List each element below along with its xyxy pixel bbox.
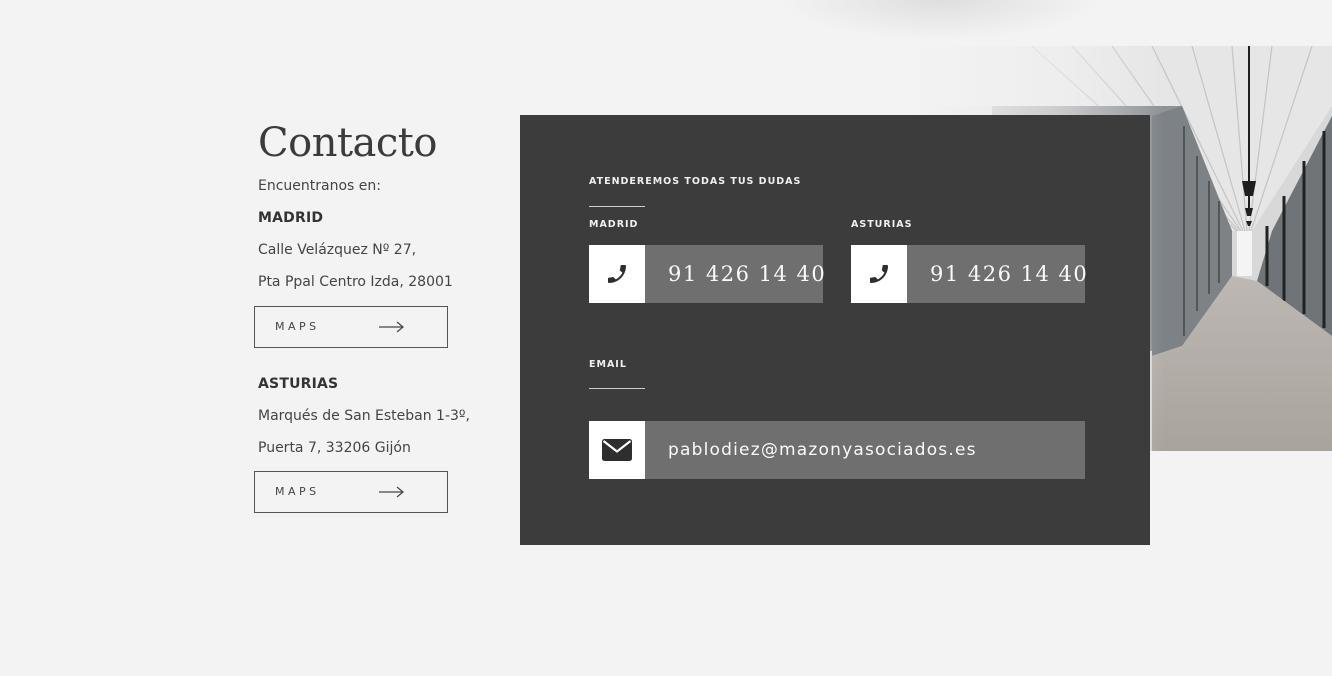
maps-button-label: MAPS: [275, 320, 320, 333]
phone-label-asturias: ASTURIAS: [851, 219, 913, 230]
madrid-address-line2: Pta Ppal Centro Izda, 28001: [258, 274, 453, 290]
panel-heading: ATENDEREMOS TODAS TUS DUDAS: [589, 176, 802, 187]
top-haze: [780, 0, 1100, 40]
email-address: pablodiez@mazonyasociados.es: [645, 421, 1085, 479]
divider: [589, 206, 645, 207]
maps-button-label: MAPS: [275, 485, 320, 498]
contact-panel: ATENDEREMOS TODAS TUS DUDAS MADRID 91 42…: [520, 115, 1150, 545]
phone-icon: [851, 245, 907, 303]
asturias-maps-button[interactable]: MAPS: [254, 471, 448, 513]
phone-label-madrid: MADRID: [589, 219, 639, 230]
arrow-right-icon: [379, 321, 404, 333]
email-label: EMAIL: [589, 359, 627, 370]
phone-icon: [589, 245, 645, 303]
arrow-right-icon: [379, 486, 404, 498]
asturias-address-line2: Puerta 7, 33206 Gijón: [258, 440, 411, 456]
page-title: Contacto: [258, 120, 437, 166]
madrid-address-line1: Calle Velázquez Nº 27,: [258, 242, 417, 258]
envelope-icon: [589, 421, 645, 479]
phone-number-asturias: 91 426 14 40: [907, 245, 1087, 303]
intro-text: Encuentranos en:: [258, 178, 381, 194]
office-city-asturias: ASTURIAS: [258, 376, 339, 392]
phone-number-madrid: 91 426 14 40: [645, 245, 825, 303]
email-contact[interactable]: pablodiez@mazonyasociados.es: [589, 421, 1085, 479]
office-city-madrid: MADRID: [258, 210, 324, 226]
phone-madrid[interactable]: 91 426 14 40: [589, 245, 825, 303]
madrid-maps-button[interactable]: MAPS: [254, 306, 448, 348]
phone-asturias[interactable]: 91 426 14 40: [851, 245, 1087, 303]
divider: [589, 388, 645, 389]
asturias-address-line1: Marqués de San Esteban 1-3º,: [258, 408, 470, 424]
